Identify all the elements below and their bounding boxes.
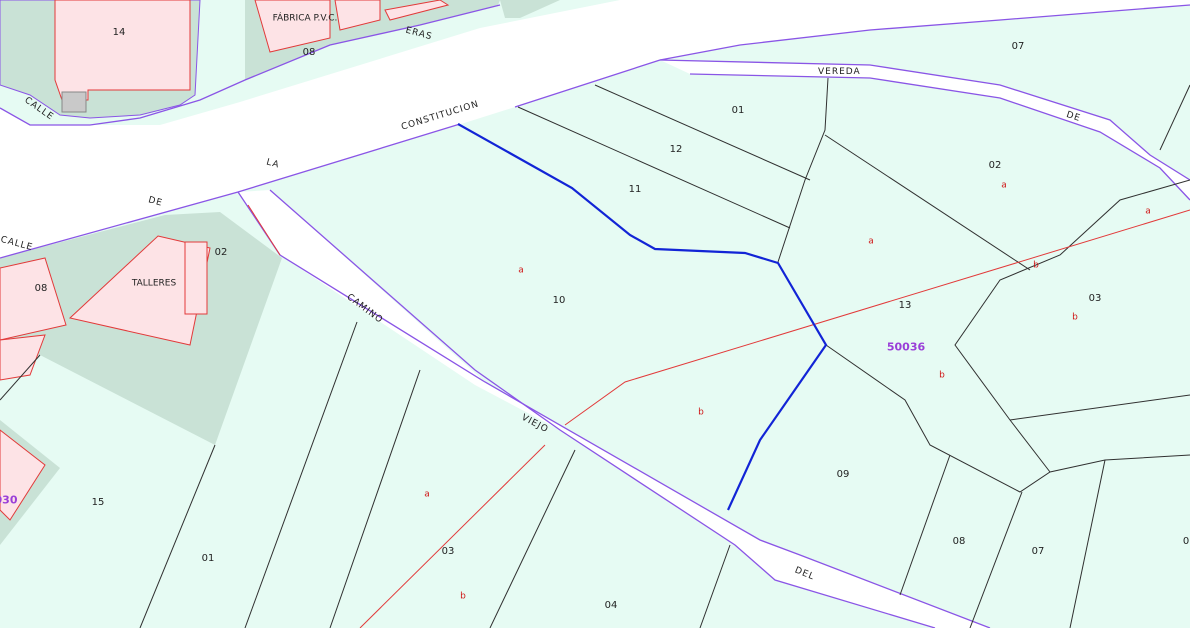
parcel-number-01-top[interactable]: 01 (732, 106, 745, 116)
polygon-label-left: 030 (0, 493, 18, 507)
subparcel-a-03: a (424, 489, 430, 500)
parcel-number-03-right[interactable]: 03 (1089, 294, 1102, 304)
parcel-number-04[interactable]: 04 (605, 601, 618, 611)
parcel-number-03-bottom[interactable]: 03 (442, 547, 455, 557)
subparcel-b-13: b (939, 370, 945, 381)
parcel-number-edge[interactable]: 0 (1183, 537, 1189, 547)
street-label-vereda: VEREDA (818, 67, 861, 77)
parcel-number-08-left[interactable]: 08 (35, 284, 48, 294)
parcel-number-15[interactable]: 15 (92, 498, 105, 508)
cadastral-map[interactable]: CALLE DE LA ERAS CONSTITUCION CALLE CAMI… (0, 0, 1190, 628)
subparcel-b-03: b (1072, 312, 1078, 323)
parcel-number-11[interactable]: 11 (629, 185, 642, 195)
subparcel-a-02b: a (1145, 206, 1151, 217)
subparcel-a-02: a (1001, 180, 1007, 191)
parcel-number-10[interactable]: 10 (553, 296, 566, 306)
map-canvas (0, 0, 1190, 628)
subparcel-b-10: b (698, 407, 704, 418)
parcel-number-02-left[interactable]: 02 (215, 248, 228, 258)
subparcel-a-13: a (868, 236, 874, 247)
parcel-number-08-top[interactable]: 08 (303, 48, 316, 58)
subparcel-b-02: b (1033, 260, 1039, 271)
parcel-number-13[interactable]: 13 (899, 301, 912, 311)
parcel-number-01-bottom[interactable]: 01 (202, 554, 215, 564)
polygon-label-50036: 50036 (886, 340, 926, 354)
building-label-fabrica: FÁBRICA P.V.C. (272, 13, 338, 24)
parcel-number-12[interactable]: 12 (670, 145, 683, 155)
parcel-number-02-right[interactable]: 02 (989, 161, 1002, 171)
subparcel-a-10: a (518, 265, 524, 276)
parcel-number-07-top[interactable]: 07 (1012, 42, 1025, 52)
parcel-number-14[interactable]: 14 (113, 28, 126, 38)
subparcel-b-03b: b (460, 591, 466, 602)
building-label-talleres: TALLERES (131, 278, 177, 289)
parcel-number-08-bottom[interactable]: 08 (953, 537, 966, 547)
parcel-number-07-bottom[interactable]: 07 (1032, 547, 1045, 557)
parcel-number-09[interactable]: 09 (837, 470, 850, 480)
